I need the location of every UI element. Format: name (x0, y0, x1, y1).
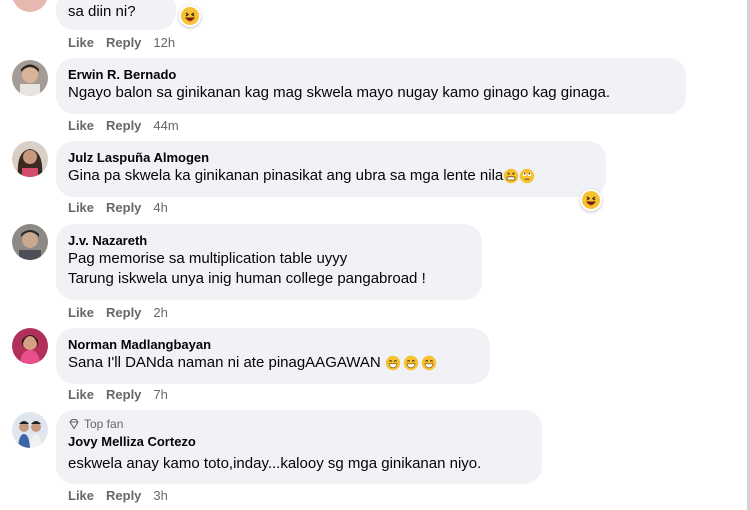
comment-text: sa diin ni? (68, 3, 136, 20)
haha-emoji-icon (582, 191, 600, 209)
reply-button[interactable]: Reply (106, 488, 141, 503)
reply-button[interactable]: Reply (106, 200, 141, 215)
reply-button[interactable]: Reply (106, 118, 141, 133)
grin-emoji-icon (385, 355, 401, 371)
comment-bubble: sa diin ni? (56, 0, 176, 30)
comment-text-line-1: Pag memorise sa multiplication table uyy… (68, 250, 348, 267)
grimace-emoji-icon (504, 168, 519, 184)
reply-button[interactable]: Reply (106, 305, 141, 320)
like-button[interactable]: Like (68, 118, 94, 133)
comment-bubble: Erwin R. Bernado Ngayo balon sa ginikana… (56, 58, 686, 114)
comment-text: eskwela anay kamo toto,inday...kalooy sg… (68, 455, 482, 472)
like-button[interactable]: Like (68, 200, 94, 215)
comment-text-content: Sana I'll DANda naman ni ate pinagAAGAWA… (68, 354, 381, 371)
comment-text: Sana I'll DANda naman ni ate pinagAAGAWA… (68, 353, 478, 373)
timestamp[interactable]: 2h (153, 305, 167, 320)
comment-text: Gina pa skwela ka ginikanan pinasikat an… (68, 166, 594, 186)
comment-author[interactable]: J.v. Nazareth (68, 232, 470, 249)
comment-author[interactable]: Jovy Melliza Cortezo (68, 433, 530, 450)
avatar[interactable] (12, 0, 48, 12)
avatar[interactable] (12, 412, 48, 448)
reaction-badge[interactable] (580, 189, 602, 211)
comment-actions: Like Reply 12h (68, 35, 175, 50)
rolling-eyes-emoji-icon (520, 168, 535, 184)
comment-bubble: J.v. Nazareth Pag memorise sa multiplica… (56, 224, 482, 300)
grin-emoji-icon (421, 355, 437, 371)
comment-author[interactable]: Julz Laspuña Almogen (68, 149, 594, 166)
avatar[interactable] (12, 328, 48, 364)
like-button[interactable]: Like (68, 488, 94, 503)
grin-emoji-icon (403, 355, 419, 371)
top-fan-badge: Top fan (68, 417, 530, 431)
timestamp[interactable]: 3h (153, 488, 167, 503)
timestamp[interactable]: 4h (153, 200, 167, 215)
comment-actions: Like Reply 2h (68, 305, 168, 320)
timestamp[interactable]: 12h (153, 35, 175, 50)
comment-bubble: Top fan Jovy Melliza Cortezo eskwela ana… (56, 410, 542, 484)
comment-bubble: Julz Laspuña Almogen Gina pa skwela ka g… (56, 141, 606, 197)
comment-text-content: Gina pa skwela ka ginikanan pinasikat an… (68, 167, 504, 184)
comment-text-line-2: Tarung iskwela unya inig human college p… (68, 270, 426, 287)
comment-text: Ngayo balon sa ginikanan kag mag skwela … (68, 84, 611, 101)
reply-button[interactable]: Reply (106, 387, 141, 402)
haha-emoji-icon (181, 7, 199, 25)
top-fan-label: Top fan (84, 417, 124, 431)
comment-bubble: Norman Madlangbayan Sana I'll DANda nama… (56, 328, 490, 384)
timestamp[interactable]: 44m (153, 118, 178, 133)
like-button[interactable]: Like (68, 35, 94, 50)
avatar[interactable] (12, 60, 48, 96)
like-button[interactable]: Like (68, 387, 94, 402)
like-button[interactable]: Like (68, 305, 94, 320)
comment-author[interactable]: Erwin R. Bernado (68, 66, 674, 83)
comment-actions: Like Reply 7h (68, 387, 168, 402)
comment-actions: Like Reply 4h (68, 200, 168, 215)
comment-author[interactable]: Norman Madlangbayan (68, 336, 478, 353)
avatar[interactable] (12, 141, 48, 177)
comment-actions: Like Reply 3h (68, 488, 168, 503)
avatar[interactable] (12, 224, 48, 260)
comment-actions: Like Reply 44m (68, 118, 179, 133)
reply-button[interactable]: Reply (106, 35, 141, 50)
timestamp[interactable]: 7h (153, 387, 167, 402)
reaction-badge[interactable] (179, 5, 201, 27)
diamond-icon (69, 418, 79, 430)
